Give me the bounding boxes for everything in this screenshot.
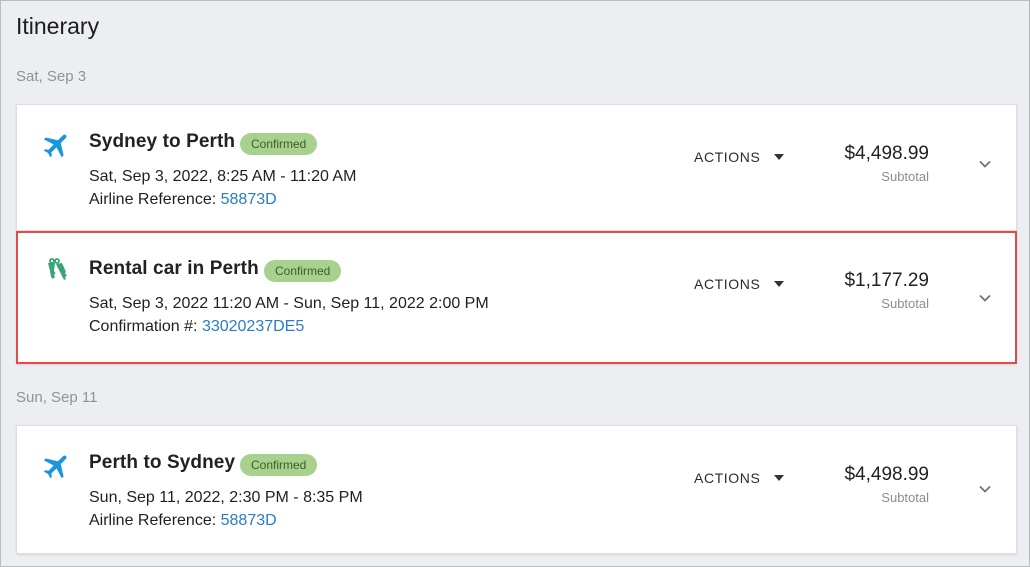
date-group-heading: Sat, Sep 3 bbox=[16, 68, 87, 85]
airplane-icon bbox=[43, 134, 67, 158]
actions-label: ACTIONS bbox=[694, 149, 761, 165]
item-reference: Airline Reference: 58873D bbox=[89, 512, 277, 530]
caret-down-icon bbox=[774, 154, 785, 160]
item-price: $1,177.29 bbox=[844, 270, 929, 291]
price-label: Subtotal bbox=[881, 169, 929, 184]
actions-dropdown[interactable]: ACTIONS bbox=[694, 470, 785, 486]
price-label: Subtotal bbox=[881, 296, 929, 311]
item-reference: Confirmation #: 33020237DE5 bbox=[89, 318, 304, 336]
reference-link[interactable]: 58873D bbox=[221, 191, 277, 208]
caret-down-icon bbox=[774, 475, 785, 481]
reference-label: Airline Reference: bbox=[89, 512, 221, 529]
airplane-icon bbox=[43, 455, 67, 479]
actions-dropdown[interactable]: ACTIONS bbox=[694, 149, 785, 165]
actions-label: ACTIONS bbox=[694, 470, 761, 486]
reference-label: Confirmation #: bbox=[89, 318, 202, 335]
chevron-down-icon[interactable] bbox=[978, 157, 992, 171]
item-title: Sydney to Perth bbox=[89, 131, 236, 152]
price-label: Subtotal bbox=[881, 490, 929, 505]
item-time: Sat, Sep 3, 2022, 8:25 AM - 11:20 AM bbox=[89, 168, 357, 185]
reference-label: Airline Reference: bbox=[89, 191, 221, 208]
actions-dropdown[interactable]: ACTIONS bbox=[694, 276, 785, 292]
item-price: $4,498.99 bbox=[844, 464, 929, 485]
reference-link[interactable]: 58873D bbox=[221, 512, 277, 529]
chevron-down-icon[interactable] bbox=[978, 482, 992, 496]
item-time: Sun, Sep 11, 2022, 2:30 PM - 8:35 PM bbox=[89, 489, 363, 506]
item-time: Sat, Sep 3, 2022 11:20 AM - Sun, Sep 11,… bbox=[89, 295, 489, 312]
car-keys-icon bbox=[48, 258, 67, 280]
date-group-heading: Sun, Sep 11 bbox=[16, 389, 98, 406]
caret-down-icon bbox=[774, 281, 785, 287]
item-title: Rental car in Perth bbox=[89, 258, 259, 279]
status-badge: Confirmed bbox=[264, 260, 342, 282]
chevron-down-icon[interactable] bbox=[978, 291, 992, 305]
page-title: Itinerary bbox=[16, 13, 100, 39]
item-title: Perth to Sydney bbox=[89, 452, 236, 473]
item-price: $4,498.99 bbox=[844, 143, 929, 164]
status-badge: Confirmed bbox=[240, 133, 318, 155]
itinerary-page: Itinerary Sat, Sep 3 Sydney to Perth Con… bbox=[0, 0, 1030, 567]
status-badge: Confirmed bbox=[240, 454, 318, 476]
itinerary-item-card[interactable]: Perth to Sydney Confirmed Sun, Sep 11, 2… bbox=[16, 425, 1017, 554]
itinerary-item-card-selected[interactable]: Rental car in Perth Confirmed Sat, Sep 3… bbox=[16, 231, 1017, 364]
item-reference: Airline Reference: 58873D bbox=[89, 191, 277, 209]
actions-label: ACTIONS bbox=[694, 276, 761, 292]
reference-link[interactable]: 33020237DE5 bbox=[202, 318, 304, 335]
itinerary-item-card[interactable]: Sydney to Perth Confirmed Sat, Sep 3, 20… bbox=[16, 104, 1017, 231]
